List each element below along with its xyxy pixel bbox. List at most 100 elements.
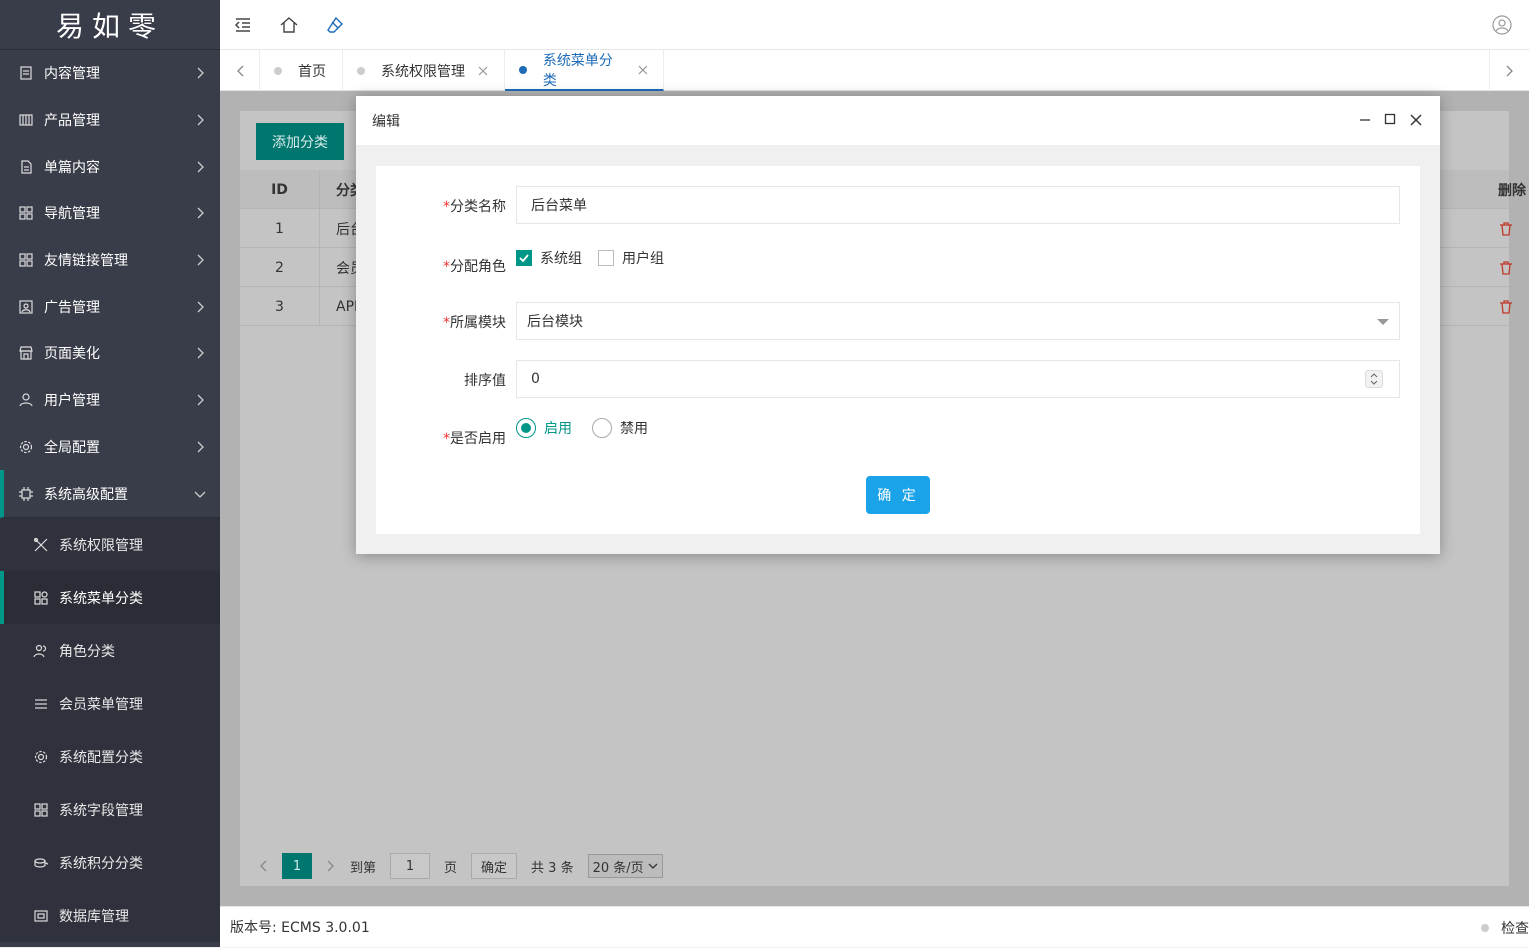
sidebar-item-global-config[interactable]: 全局配置	[0, 424, 220, 471]
radio-enabled[interactable]	[516, 418, 536, 438]
sidebar-item-users[interactable]: 用户管理	[0, 377, 220, 424]
trash-icon	[1500, 260, 1512, 275]
confirm-button[interactable]: 确 定	[866, 476, 930, 514]
sidebar-subitem-label: 数据库管理	[59, 908, 129, 925]
sidebar-item-label: 单篇内容	[44, 159, 100, 176]
tab-menu-category[interactable]: 系统菜单分类	[505, 50, 664, 91]
total-count: 共 3 条	[531, 860, 574, 876]
radio-label[interactable]: 启用	[544, 418, 572, 438]
checkbox-label[interactable]: 用户组	[622, 248, 664, 268]
sidebar-item-navigation[interactable]: 导航管理	[0, 190, 220, 237]
checkbox-label[interactable]: 系统组	[540, 248, 582, 268]
sort-value-input[interactable]: 0	[516, 360, 1400, 398]
cell-name: API	[336, 298, 359, 315]
dialog-header: 编辑	[356, 96, 1440, 146]
sidebar-item-links[interactable]: 友情链接管理	[0, 237, 220, 284]
close-icon[interactable]	[1409, 113, 1423, 127]
close-icon[interactable]	[637, 64, 649, 76]
checkmark-icon	[519, 254, 529, 263]
add-category-button[interactable]: 添加分类	[256, 123, 344, 160]
sidebar-item-label: 友情链接管理	[44, 253, 128, 270]
document-icon	[20, 66, 32, 80]
sidebar-subitem-permissions[interactable]: 系统权限管理	[0, 518, 220, 571]
field-label: *分类名称	[443, 199, 506, 215]
close-icon[interactable]	[477, 65, 489, 77]
dialog-body: *分类名称 后台菜单 *分配角色 系统组 用户组 *所属模块 后台模块 排序值 …	[356, 146, 1440, 554]
delete-button[interactable]	[1498, 209, 1528, 248]
tab-scroll-left[interactable]	[220, 50, 260, 91]
chevron-right-icon	[197, 207, 204, 219]
prev-page-button[interactable]	[258, 860, 268, 872]
page-number-current[interactable]: 1	[282, 853, 312, 879]
sidebar-item-single-page[interactable]: 单篇内容	[0, 143, 220, 190]
home-icon[interactable]	[279, 15, 299, 35]
store-icon	[19, 346, 33, 361]
input-value: 后台菜单	[531, 198, 587, 214]
radio-disabled[interactable]	[592, 418, 612, 438]
chevron-right-icon	[327, 860, 334, 872]
sidebar-item-ads[interactable]: 广告管理	[0, 283, 220, 330]
sidebar-subitem-config-category[interactable]: 系统配置分类	[0, 730, 220, 783]
sidebar-subitem-label: 系统字段管理	[59, 802, 143, 819]
stepper-arrows-icon	[1370, 373, 1378, 385]
sidebar-item-label: 系统高级配置	[44, 486, 128, 503]
sidebar-subitem-database[interactable]: 数据库管理	[0, 889, 220, 942]
sidebar-subitem-fields[interactable]: 系统字段管理	[0, 783, 220, 836]
sidebar-subitem-label: 系统权限管理	[59, 537, 143, 554]
grid-icon	[19, 206, 33, 221]
cell-id: 3	[240, 287, 320, 326]
chip-icon	[19, 486, 33, 501]
sidebar-item-label: 导航管理	[44, 206, 100, 223]
cell-id: 2	[240, 248, 320, 287]
tab-bar: 首页 系统权限管理 系统菜单分类	[220, 50, 1529, 91]
sidebar-item-label: 用户管理	[44, 393, 100, 410]
field-row-module: *所属模块 后台模块	[376, 302, 1420, 340]
avatar-icon[interactable]	[1492, 15, 1512, 35]
category-name-input[interactable]: 后台菜单	[516, 186, 1400, 224]
sidebar-item-product[interactable]: 产品管理	[0, 97, 220, 144]
goto-page-input[interactable]: 1	[390, 853, 431, 879]
select-value: 后台模块	[527, 314, 583, 330]
sidebar-item-label: 全局配置	[44, 439, 100, 456]
sidebar-item-advanced-config[interactable]: 系统高级配置	[0, 470, 220, 519]
chevron-right-icon	[197, 348, 204, 359]
page-size-select[interactable]: 20 条/页	[587, 854, 663, 878]
number-stepper[interactable]	[1365, 370, 1383, 388]
eraser-icon[interactable]	[325, 15, 345, 35]
trash-icon	[1500, 221, 1512, 236]
sidebar-subitem-points[interactable]: 系统积分分类	[0, 836, 220, 889]
footer-right[interactable]: 检查	[1481, 907, 1529, 948]
checkbox-user-group[interactable]	[598, 250, 614, 266]
page-size-value: 20 条/页	[592, 860, 644, 876]
sidebar-subitem-roles[interactable]: 角色分类	[0, 624, 220, 677]
footer-right-text: 检查	[1501, 920, 1529, 937]
sidebar-subitem-member-menu[interactable]: 会员菜单管理	[0, 677, 220, 730]
chevron-left-icon	[260, 860, 267, 872]
tab-permissions[interactable]: 系统权限管理	[343, 50, 505, 91]
tab-scroll-right[interactable]	[1489, 50, 1529, 91]
checkbox-system-group[interactable]	[516, 250, 532, 266]
next-page-button[interactable]	[326, 860, 336, 872]
sidebar-item-content[interactable]: 内容管理	[0, 50, 220, 97]
module-select[interactable]: 后台模块	[516, 302, 1400, 340]
status-dot	[1481, 923, 1489, 932]
menu-collapse-icon[interactable]	[233, 15, 253, 35]
sidebar-subitem-label: 系统配置分类	[59, 749, 143, 766]
sidebar-subitem-label: 系统积分分类	[59, 855, 143, 872]
sidebar-item-label: 内容管理	[44, 66, 100, 83]
delete-button[interactable]	[1498, 287, 1528, 326]
chevron-down-icon	[194, 491, 206, 498]
delete-button[interactable]	[1498, 248, 1528, 287]
maximize-icon[interactable]	[1383, 112, 1397, 126]
sidebar-subitem-label: 会员菜单管理	[59, 696, 143, 713]
radio-label[interactable]: 禁用	[620, 418, 648, 438]
grid-icon	[34, 591, 48, 605]
sidebar-submenu: 系统权限管理 系统菜单分类 角色分类 会员菜单管理 系统配置分类 系统字段管理 …	[0, 518, 220, 943]
sidebar-subitem-menu-category[interactable]: 系统菜单分类	[0, 571, 220, 625]
cell-id: 1	[240, 209, 320, 248]
tab-home[interactable]: 首页	[260, 50, 343, 91]
sidebar-item-beautify[interactable]: 页面美化	[0, 330, 220, 377]
goto-confirm-button[interactable]: 确定	[471, 853, 518, 879]
minimize-icon[interactable]	[1358, 113, 1372, 127]
sidebar-subitem-label: 系统菜单分类	[59, 590, 143, 607]
